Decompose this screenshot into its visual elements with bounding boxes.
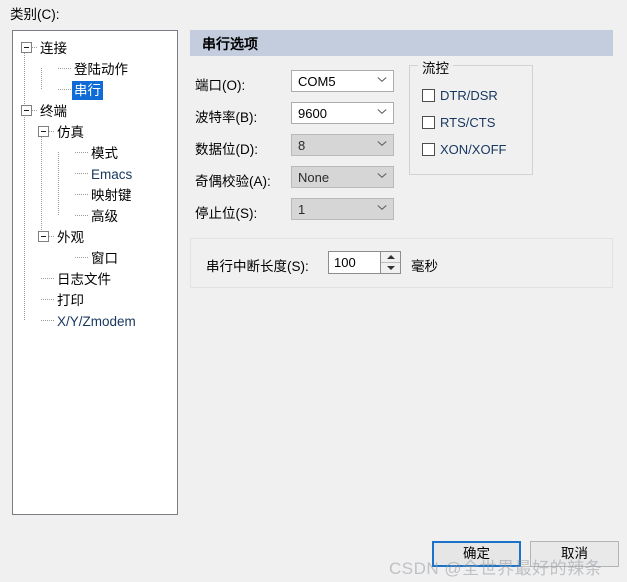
baud-rate-label: 波特率(B): xyxy=(195,110,258,125)
tree-item-label: X/Y/Zmodem xyxy=(57,313,136,329)
rts-cts-checkbox[interactable] xyxy=(422,116,435,130)
chevron-down-icon xyxy=(378,142,386,150)
break-length-box: 串行中断长度(S): 100 毫秒 xyxy=(190,238,613,288)
tree-item-label: 窗口 xyxy=(91,250,118,266)
category-label: 类别(C): xyxy=(10,7,60,22)
tree-collapse-icon[interactable] xyxy=(21,105,32,116)
break-length-label: 串行中断长度(S): xyxy=(206,259,309,274)
chevron-down-icon xyxy=(378,174,386,182)
tree-collapse-icon[interactable] xyxy=(21,42,32,53)
data-bits-label: 数据位(D): xyxy=(195,142,258,157)
tree-item-label: 仿真 xyxy=(57,124,84,140)
tree-item-label: Emacs xyxy=(91,166,133,182)
data-bits-dropdown: 8 xyxy=(291,134,394,156)
flow-control-legend: 流控 xyxy=(418,57,453,77)
parity-dropdown: None xyxy=(291,166,394,188)
dtr-dsr-label: DTR/DSR xyxy=(440,88,498,104)
tree-item-7[interactable]: 映射键 xyxy=(13,184,134,205)
baud-rate-dropdown[interactable]: 9600 xyxy=(291,102,394,124)
xon-xoff-checkbox-row[interactable]: XON/XOFF xyxy=(422,141,506,157)
triangle-down-icon xyxy=(386,265,395,270)
tree-item-label: 高级 xyxy=(91,208,118,224)
tree-item-label: 外观 xyxy=(57,229,84,245)
tree-item-11[interactable]: 日志文件 xyxy=(13,268,113,289)
ok-button[interactable]: 确定 xyxy=(432,541,521,567)
tree-collapse-icon[interactable] xyxy=(38,126,49,137)
tree-item-label: 映射键 xyxy=(91,187,132,203)
tree-item-10[interactable]: 窗口 xyxy=(13,247,120,268)
tree-item-label: 模式 xyxy=(91,145,118,161)
tree-item-label: 串行 xyxy=(72,80,103,100)
tree-item-5[interactable]: 模式 xyxy=(13,142,120,163)
chevron-down-icon xyxy=(378,110,386,118)
serial-options-pane: 串行选项 端口(O): COM5 波特率(B): 9600 数据位(D): 8 奇偶校验(A… xyxy=(190,30,613,295)
tree-item-2[interactable]: 串行 xyxy=(13,79,103,100)
tree-item-label: 连接 xyxy=(40,40,67,56)
dtr-dsr-checkbox[interactable] xyxy=(422,89,435,103)
tree-item-label: 打印 xyxy=(57,292,84,308)
tree-item-label: 日志文件 xyxy=(57,271,111,287)
tree-item-3[interactable]: 终端 xyxy=(13,100,69,121)
tree-item-8[interactable]: 高级 xyxy=(13,205,120,226)
chevron-down-icon xyxy=(378,78,386,86)
stepper-buttons[interactable] xyxy=(380,252,400,273)
stop-bits-label: 停止位(S): xyxy=(195,206,258,221)
triangle-up-icon xyxy=(386,254,395,259)
stepper-down-button[interactable] xyxy=(381,263,400,274)
tree-item-0[interactable]: 连接 xyxy=(13,37,69,58)
stop-bits-value: 1 xyxy=(298,202,306,217)
tree-item-4[interactable]: 仿真 xyxy=(13,121,86,142)
tree-item-label: 登陆动作 xyxy=(74,61,128,77)
port-label: 端口(O): xyxy=(195,78,246,93)
stop-bits-dropdown: 1 xyxy=(291,198,394,220)
rts-cts-label: RTS/CTS xyxy=(440,115,496,131)
chevron-down-icon xyxy=(378,206,386,214)
tree-item-6[interactable]: Emacs xyxy=(13,163,134,184)
stepper-up-button[interactable] xyxy=(381,252,400,263)
break-length-unit: 毫秒 xyxy=(411,259,438,274)
port-dropdown[interactable]: COM5 xyxy=(291,70,394,92)
tree-collapse-icon[interactable] xyxy=(38,231,49,242)
port-value: COM5 xyxy=(298,74,336,89)
tree-item-1[interactable]: 登陆动作 xyxy=(13,58,130,79)
xon-xoff-checkbox[interactable] xyxy=(422,143,435,157)
pane-header: 串行选项 xyxy=(190,30,613,56)
pane-title: 串行选项 xyxy=(202,36,258,52)
dtr-dsr-checkbox-row[interactable]: DTR/DSR xyxy=(422,87,498,103)
category-tree[interactable]: 连接 登陆动作串行 终端仿真 模式 Emacs 映射键高级 外观 窗口日志文件打印 X/Y/Zm… xyxy=(12,30,178,515)
break-length-value: 100 xyxy=(334,255,356,270)
rts-cts-checkbox-row[interactable]: RTS/CTS xyxy=(422,114,495,130)
parity-label: 奇偶校验(A): xyxy=(195,174,271,189)
xon-xoff-label: XON/XOFF xyxy=(440,142,507,158)
cancel-button[interactable]: 取消 xyxy=(530,541,619,567)
parity-value: None xyxy=(298,170,330,185)
tree-item-label: 终端 xyxy=(40,103,67,119)
break-length-stepper[interactable]: 100 xyxy=(328,251,401,274)
tree-item-9[interactable]: 外观 xyxy=(13,226,86,247)
baud-rate-value: 9600 xyxy=(298,106,327,121)
tree-item-12[interactable]: 打印 xyxy=(13,289,86,310)
data-bits-value: 8 xyxy=(298,138,306,153)
tree-item-13[interactable]: X/Y/Zmodem xyxy=(13,310,138,331)
